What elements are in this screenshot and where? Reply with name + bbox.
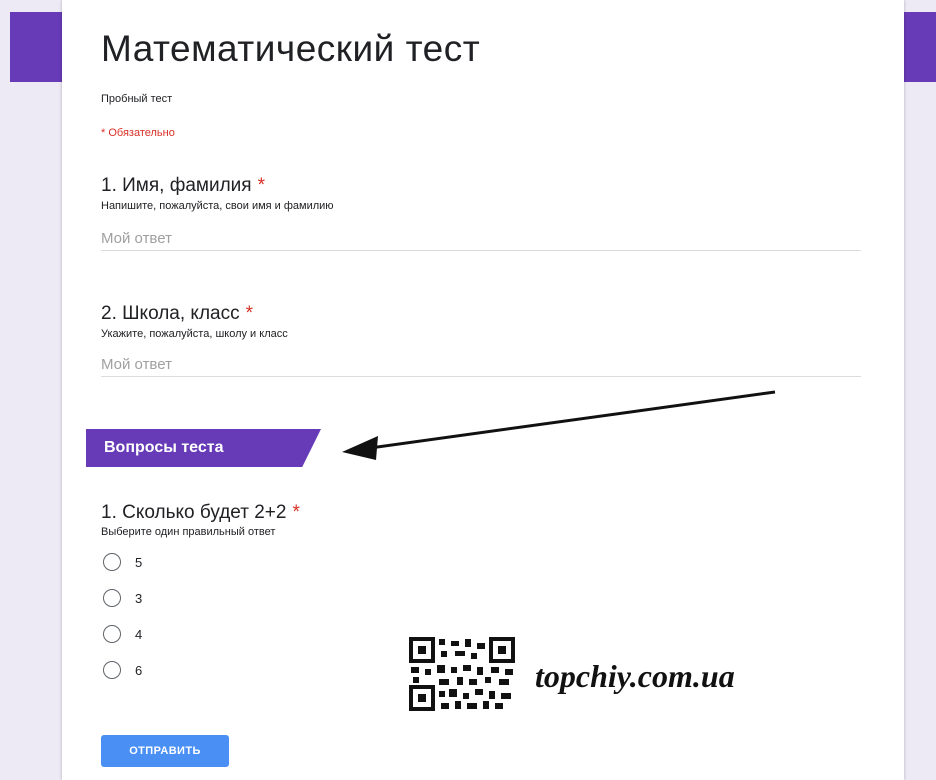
question-title-school: 2. Школа, класс * bbox=[101, 303, 253, 325]
required-star: * bbox=[257, 175, 265, 196]
question-help-school: Укажите, пожалуйста, школу и класс bbox=[101, 328, 288, 340]
radio-option[interactable]: 5 bbox=[103, 551, 142, 573]
radio-circle-icon[interactable] bbox=[103, 661, 121, 679]
option-label: 4 bbox=[135, 626, 143, 642]
question-title-text: 1. Сколько будет 2+2 bbox=[101, 502, 287, 523]
question-help-name: Напишите, пожалуйста, свои имя и фамилию bbox=[101, 200, 334, 212]
page-background-left bbox=[0, 0, 62, 780]
option-label: 5 bbox=[135, 554, 143, 570]
radio-circle-icon[interactable] bbox=[103, 625, 121, 643]
radio-circle-icon[interactable] bbox=[103, 589, 121, 607]
radio-option[interactable]: 6 bbox=[103, 659, 142, 681]
arrow-icon bbox=[342, 390, 776, 460]
radio-circle-icon[interactable] bbox=[103, 553, 121, 571]
quiz-question-help: Выберите один правильный ответ bbox=[101, 526, 276, 538]
question-title-text: 2. Школа, класс bbox=[101, 303, 240, 324]
quiz-question-title: 1. Сколько будет 2+2 * bbox=[101, 502, 300, 524]
radio-option[interactable]: 3 bbox=[103, 587, 142, 609]
option-label: 3 bbox=[135, 590, 143, 606]
question-title-text: 1. Имя, фамилия bbox=[101, 175, 252, 196]
radio-option[interactable]: 4 bbox=[103, 623, 142, 645]
question-title-name: 1. Имя, фамилия * bbox=[101, 175, 265, 197]
form-description: Пробный тест bbox=[101, 93, 173, 105]
header-accent-left bbox=[10, 12, 62, 82]
option-label: 6 bbox=[135, 662, 143, 678]
name-answer-input[interactable] bbox=[101, 226, 861, 251]
qr-code-icon bbox=[409, 637, 515, 711]
required-star: * bbox=[245, 303, 254, 324]
section-title: Вопросы теста bbox=[104, 439, 224, 456]
school-answer-input[interactable] bbox=[101, 352, 861, 377]
submit-button[interactable]: ОТПРАВИТЬ bbox=[101, 735, 229, 767]
page-background-right bbox=[904, 0, 936, 780]
required-note: * Обязательно bbox=[101, 127, 175, 139]
required-star: * bbox=[292, 502, 300, 523]
header-accent-right bbox=[904, 12, 936, 82]
watermark-text: topchiy.com.ua bbox=[535, 658, 735, 694]
form-title: Математический тест bbox=[101, 28, 481, 69]
